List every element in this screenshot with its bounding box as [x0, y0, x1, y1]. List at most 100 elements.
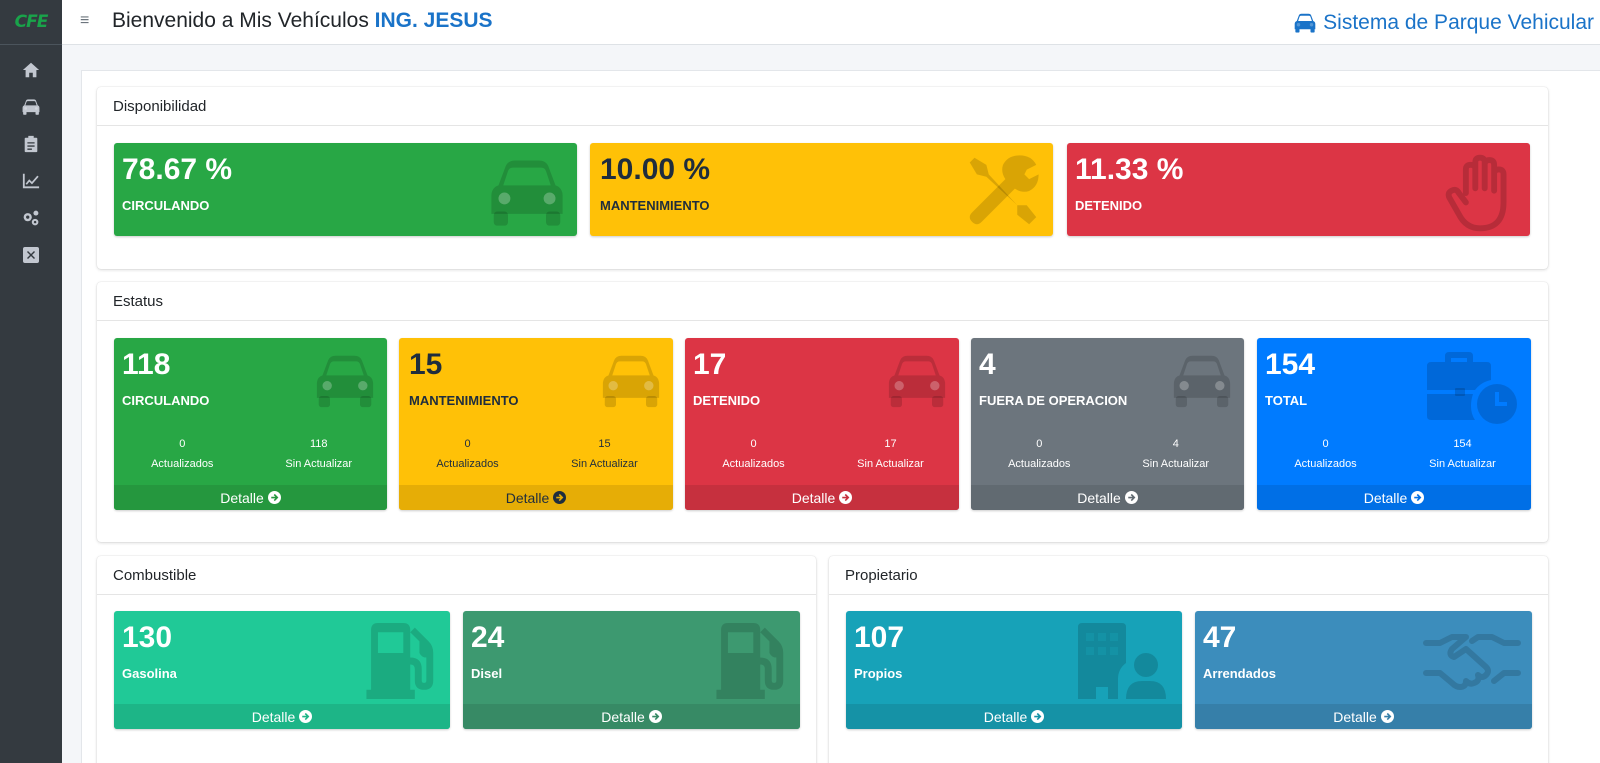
detalle-link[interactable]: Detalle — [114, 485, 387, 510]
updated-label: Actualizados — [436, 458, 499, 470]
disel-box: 24 Disel Detalle — [463, 611, 800, 729]
cogs-icon — [23, 210, 39, 225]
detalle-link[interactable]: Detalle — [399, 485, 673, 510]
sidebar-item-home[interactable] — [0, 51, 62, 88]
welcome-text: Bienvenido a Mis Vehículos — [112, 9, 375, 32]
detalle-link[interactable]: Detalle — [463, 704, 800, 729]
propios-box: 107 Propios Detalle — [846, 611, 1182, 729]
detenido-percent-box: 11.33 % DETENIDO — [1067, 143, 1530, 236]
detalle-link[interactable]: Detalle — [685, 485, 959, 510]
box-label: Disel — [471, 666, 503, 681]
not-updated-count: 15 — [598, 438, 611, 450]
sidebar: CFE — [0, 0, 62, 763]
mantenimiento-status-box: 15 MANTENIMIENTO 0 Actualizados 15 Sin Act… — [399, 338, 673, 510]
home-icon — [22, 62, 40, 77]
update-stats: 0 Actualizados 154 Sin Actualizar — [1257, 434, 1531, 474]
detalle-label: Detalle — [251, 708, 296, 725]
updated-count: 0 — [464, 438, 471, 450]
update-stats: 0 Actualizados 17 Sin Actualizar — [685, 434, 959, 474]
car-icon — [315, 354, 375, 408]
detalle-link[interactable]: Detalle — [1195, 704, 1532, 729]
box-value: 78.67 % — [122, 153, 233, 186]
system-title[interactable]: Sistema de Parque Vehicular — [1294, 11, 1594, 35]
sidebar-nav — [0, 45, 62, 273]
box-label: CIRCULANDO — [122, 393, 210, 408]
arrow-circle-right-icon — [839, 491, 852, 504]
box-label: DETENIDO — [693, 393, 761, 408]
box-value: 15 — [409, 348, 443, 381]
not-updated-label: Sin Actualizar — [571, 458, 638, 470]
user-name: ING. JESUS — [374, 9, 493, 32]
building-user-icon — [1074, 623, 1170, 699]
mantenimiento-percent-box: 10.00 % MANTENIMIENTO — [590, 143, 1053, 236]
not-updated-label: Sin Actualizar — [1142, 458, 1210, 470]
sidebar-item-settings[interactable] — [0, 199, 62, 236]
not-updated-stat: 17 Sin Actualizar — [822, 434, 959, 474]
menu-toggle-icon[interactable]: ≡ — [80, 12, 89, 30]
updated-count: 0 — [1036, 438, 1043, 450]
detalle-link[interactable]: Detalle — [971, 485, 1244, 510]
circulando-percent-box: 78.67 % CIRCULANDO — [114, 143, 577, 236]
page-title: Bienvenido a Mis Vehículos ING. JESUS — [112, 9, 493, 33]
arrow-circle-right-icon — [1381, 710, 1394, 723]
box-label: MANTENIMIENTO — [409, 393, 519, 408]
combustible-title: Combustible — [97, 556, 816, 595]
sidebar-item-statistics[interactable] — [0, 162, 62, 199]
top-navbar: ≡ Bienvenido a Mis Vehículos ING. JESUS … — [62, 0, 1600, 45]
sidebar-item-close[interactable] — [0, 236, 62, 273]
arrow-circle-right-icon — [1411, 491, 1424, 504]
detalle-link[interactable]: Detalle — [846, 704, 1182, 729]
box-label: MANTENIMIENTO — [600, 198, 710, 213]
detalle-link[interactable]: Detalle — [1257, 485, 1531, 510]
detenido-status-box: 17 DETENIDO 0 Actualizados 17 Sin Actualiz… — [685, 338, 959, 510]
brand[interactable]: CFE — [0, 0, 62, 45]
content-wrapper: Disponibilidad 78.67 % CIRCULANDO 10.00 … — [81, 70, 1600, 763]
sidebar-item-vehicles[interactable] — [0, 88, 62, 125]
arrow-circle-right-icon — [553, 491, 566, 504]
disponibilidad-title: Disponibilidad — [97, 87, 1548, 126]
not-updated-stat: 154 Sin Actualizar — [1394, 434, 1531, 474]
fuera-operacion-status-box: 4 FUERA DE OPERACION 0 Actualizados 4 Sin … — [971, 338, 1244, 510]
box-value: 107 — [854, 621, 905, 654]
box-value: 10.00 % — [600, 153, 711, 186]
updated-label: Actualizados — [1294, 458, 1357, 470]
car-icon — [1294, 13, 1316, 33]
detalle-label: Detalle — [1077, 489, 1121, 506]
detalle-label: Detalle — [505, 489, 550, 506]
detalle-link[interactable]: Detalle — [114, 704, 450, 729]
arrow-circle-right-icon — [268, 491, 281, 504]
updated-count: 0 — [1322, 438, 1329, 450]
hand-stop-icon — [1442, 153, 1518, 233]
box-value: 11.33 % — [1075, 153, 1184, 186]
gas-pump-icon — [714, 623, 788, 699]
box-label: FUERA DE OPERACION — [979, 393, 1128, 408]
disponibilidad-card: Disponibilidad 78.67 % CIRCULANDO 10.00 … — [97, 87, 1548, 269]
detalle-label: Detalle — [983, 708, 1028, 725]
arrow-circle-right-icon — [299, 710, 312, 723]
updated-label: Actualizados — [1008, 458, 1071, 470]
updated-stat: 0 Actualizados — [114, 434, 251, 474]
box-label: Propios — [854, 666, 903, 681]
box-label: Gasolina — [122, 666, 177, 681]
box-value: 130 — [122, 621, 173, 654]
box-label: Arrendados — [1203, 666, 1276, 681]
box-value: 4 — [979, 348, 996, 381]
not-updated-count: 118 — [309, 438, 328, 450]
estatus-card: Estatus 118 CIRCULANDO 0 Actualizados 118… — [97, 282, 1548, 542]
box-label: TOTAL — [1265, 393, 1308, 408]
gasolina-box: 130 Gasolina Detalle — [114, 611, 450, 729]
propietario-title: Propietario — [829, 556, 1548, 595]
update-stats: 0 Actualizados 118 Sin Actualizar — [114, 434, 387, 474]
not-updated-count: 4 — [1172, 438, 1179, 450]
system-title-text: Sistema de Parque Vehicular — [1323, 11, 1594, 34]
box-label: CIRCULANDO — [122, 198, 210, 213]
detalle-label: Detalle — [220, 489, 264, 506]
updated-stat: 0 Actualizados — [971, 434, 1108, 474]
tools-icon — [965, 153, 1041, 229]
sidebar-item-reports[interactable] — [0, 125, 62, 162]
combustible-card: Combustible 130 Gasolina Detalle 24 Dise… — [97, 556, 816, 763]
update-stats: 0 Actualizados 4 Sin Actualizar — [971, 434, 1244, 474]
not-updated-label: Sin Actualizar — [1429, 458, 1496, 470]
detalle-label: Detalle — [1333, 708, 1377, 725]
box-value: 118 — [122, 348, 171, 381]
